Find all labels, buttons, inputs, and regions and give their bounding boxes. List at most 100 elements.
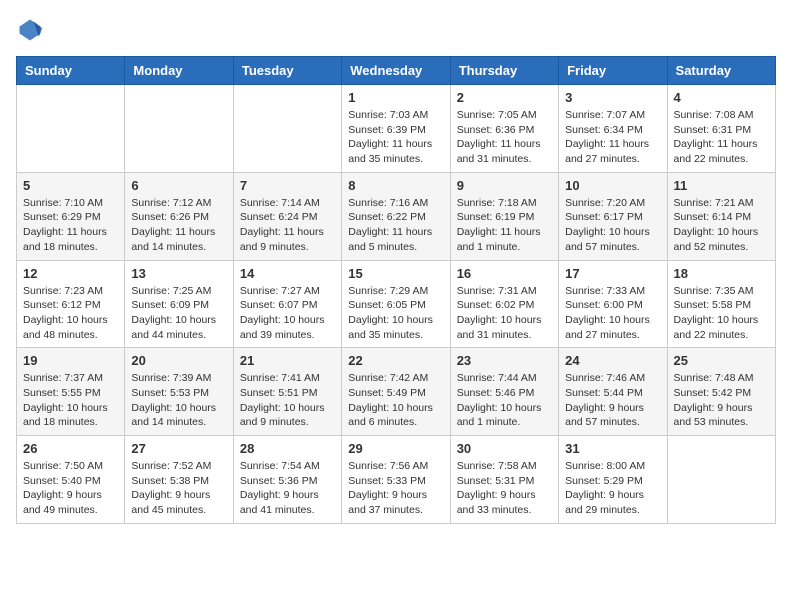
calendar-cell: 10 Sunrise: 7:20 AMSunset: 6:17 PMDaylig… <box>559 172 667 260</box>
day-info: Sunrise: 7:03 AMSunset: 6:39 PMDaylight:… <box>348 108 443 167</box>
day-info: Sunrise: 7:52 AMSunset: 5:38 PMDaylight:… <box>131 459 226 518</box>
day-info: Sunrise: 7:05 AMSunset: 6:36 PMDaylight:… <box>457 108 552 167</box>
day-info: Sunrise: 7:23 AMSunset: 6:12 PMDaylight:… <box>23 284 118 343</box>
day-number: 10 <box>565 178 660 193</box>
day-info: Sunrise: 7:37 AMSunset: 5:55 PMDaylight:… <box>23 371 118 430</box>
calendar-cell <box>125 85 233 173</box>
calendar-header-monday: Monday <box>125 57 233 85</box>
calendar-cell: 27 Sunrise: 7:52 AMSunset: 5:38 PMDaylig… <box>125 436 233 524</box>
calendar-cell: 28 Sunrise: 7:54 AMSunset: 5:36 PMDaylig… <box>233 436 341 524</box>
calendar-cell: 22 Sunrise: 7:42 AMSunset: 5:49 PMDaylig… <box>342 348 450 436</box>
day-number: 17 <box>565 266 660 281</box>
day-info: Sunrise: 7:58 AMSunset: 5:31 PMDaylight:… <box>457 459 552 518</box>
day-info: Sunrise: 7:48 AMSunset: 5:42 PMDaylight:… <box>674 371 769 430</box>
calendar-table: SundayMondayTuesdayWednesdayThursdayFrid… <box>16 56 776 524</box>
calendar-cell: 21 Sunrise: 7:41 AMSunset: 5:51 PMDaylig… <box>233 348 341 436</box>
day-number: 4 <box>674 90 769 105</box>
calendar-cell: 18 Sunrise: 7:35 AMSunset: 5:58 PMDaylig… <box>667 260 775 348</box>
logo-icon <box>16 16 44 44</box>
day-info: Sunrise: 7:08 AMSunset: 6:31 PMDaylight:… <box>674 108 769 167</box>
day-info: Sunrise: 7:16 AMSunset: 6:22 PMDaylight:… <box>348 196 443 255</box>
calendar-cell: 11 Sunrise: 7:21 AMSunset: 6:14 PMDaylig… <box>667 172 775 260</box>
day-number: 14 <box>240 266 335 281</box>
calendar-cell: 3 Sunrise: 7:07 AMSunset: 6:34 PMDayligh… <box>559 85 667 173</box>
calendar-cell <box>17 85 125 173</box>
calendar-cell: 15 Sunrise: 7:29 AMSunset: 6:05 PMDaylig… <box>342 260 450 348</box>
day-number: 15 <box>348 266 443 281</box>
calendar-week-row: 26 Sunrise: 7:50 AMSunset: 5:40 PMDaylig… <box>17 436 776 524</box>
calendar-header-saturday: Saturday <box>667 57 775 85</box>
day-number: 24 <box>565 353 660 368</box>
calendar-cell: 25 Sunrise: 7:48 AMSunset: 5:42 PMDaylig… <box>667 348 775 436</box>
day-number: 5 <box>23 178 118 193</box>
day-number: 21 <box>240 353 335 368</box>
day-info: Sunrise: 7:07 AMSunset: 6:34 PMDaylight:… <box>565 108 660 167</box>
day-info: Sunrise: 7:44 AMSunset: 5:46 PMDaylight:… <box>457 371 552 430</box>
day-number: 28 <box>240 441 335 456</box>
calendar-cell: 26 Sunrise: 7:50 AMSunset: 5:40 PMDaylig… <box>17 436 125 524</box>
calendar-cell: 13 Sunrise: 7:25 AMSunset: 6:09 PMDaylig… <box>125 260 233 348</box>
day-info: Sunrise: 7:20 AMSunset: 6:17 PMDaylight:… <box>565 196 660 255</box>
day-number: 12 <box>23 266 118 281</box>
calendar-week-row: 5 Sunrise: 7:10 AMSunset: 6:29 PMDayligh… <box>17 172 776 260</box>
day-info: Sunrise: 7:50 AMSunset: 5:40 PMDaylight:… <box>23 459 118 518</box>
logo <box>16 16 48 44</box>
calendar-cell: 5 Sunrise: 7:10 AMSunset: 6:29 PMDayligh… <box>17 172 125 260</box>
day-number: 31 <box>565 441 660 456</box>
day-number: 29 <box>348 441 443 456</box>
day-number: 2 <box>457 90 552 105</box>
calendar-cell: 19 Sunrise: 7:37 AMSunset: 5:55 PMDaylig… <box>17 348 125 436</box>
calendar-header-thursday: Thursday <box>450 57 558 85</box>
calendar-cell: 7 Sunrise: 7:14 AMSunset: 6:24 PMDayligh… <box>233 172 341 260</box>
calendar-cell: 14 Sunrise: 7:27 AMSunset: 6:07 PMDaylig… <box>233 260 341 348</box>
day-number: 22 <box>348 353 443 368</box>
day-info: Sunrise: 7:25 AMSunset: 6:09 PMDaylight:… <box>131 284 226 343</box>
page-header <box>16 16 776 44</box>
calendar-cell: 9 Sunrise: 7:18 AMSunset: 6:19 PMDayligh… <box>450 172 558 260</box>
calendar-cell: 17 Sunrise: 7:33 AMSunset: 6:00 PMDaylig… <box>559 260 667 348</box>
calendar-cell: 23 Sunrise: 7:44 AMSunset: 5:46 PMDaylig… <box>450 348 558 436</box>
calendar-cell: 2 Sunrise: 7:05 AMSunset: 6:36 PMDayligh… <box>450 85 558 173</box>
calendar-header-wednesday: Wednesday <box>342 57 450 85</box>
calendar-cell: 20 Sunrise: 7:39 AMSunset: 5:53 PMDaylig… <box>125 348 233 436</box>
day-info: Sunrise: 7:46 AMSunset: 5:44 PMDaylight:… <box>565 371 660 430</box>
day-info: Sunrise: 7:27 AMSunset: 6:07 PMDaylight:… <box>240 284 335 343</box>
day-info: Sunrise: 8:00 AMSunset: 5:29 PMDaylight:… <box>565 459 660 518</box>
day-number: 30 <box>457 441 552 456</box>
day-number: 11 <box>674 178 769 193</box>
day-number: 6 <box>131 178 226 193</box>
calendar-cell: 31 Sunrise: 8:00 AMSunset: 5:29 PMDaylig… <box>559 436 667 524</box>
day-info: Sunrise: 7:12 AMSunset: 6:26 PMDaylight:… <box>131 196 226 255</box>
day-number: 23 <box>457 353 552 368</box>
day-number: 27 <box>131 441 226 456</box>
day-number: 1 <box>348 90 443 105</box>
day-number: 3 <box>565 90 660 105</box>
day-number: 16 <box>457 266 552 281</box>
calendar-week-row: 12 Sunrise: 7:23 AMSunset: 6:12 PMDaylig… <box>17 260 776 348</box>
day-info: Sunrise: 7:41 AMSunset: 5:51 PMDaylight:… <box>240 371 335 430</box>
calendar-header-row: SundayMondayTuesdayWednesdayThursdayFrid… <box>17 57 776 85</box>
day-info: Sunrise: 7:56 AMSunset: 5:33 PMDaylight:… <box>348 459 443 518</box>
calendar-week-row: 1 Sunrise: 7:03 AMSunset: 6:39 PMDayligh… <box>17 85 776 173</box>
day-number: 26 <box>23 441 118 456</box>
day-info: Sunrise: 7:33 AMSunset: 6:00 PMDaylight:… <box>565 284 660 343</box>
day-number: 25 <box>674 353 769 368</box>
day-info: Sunrise: 7:42 AMSunset: 5:49 PMDaylight:… <box>348 371 443 430</box>
day-number: 20 <box>131 353 226 368</box>
calendar-header-sunday: Sunday <box>17 57 125 85</box>
calendar-cell <box>667 436 775 524</box>
day-number: 19 <box>23 353 118 368</box>
calendar-week-row: 19 Sunrise: 7:37 AMSunset: 5:55 PMDaylig… <box>17 348 776 436</box>
day-number: 13 <box>131 266 226 281</box>
day-number: 7 <box>240 178 335 193</box>
day-info: Sunrise: 7:14 AMSunset: 6:24 PMDaylight:… <box>240 196 335 255</box>
calendar-cell: 12 Sunrise: 7:23 AMSunset: 6:12 PMDaylig… <box>17 260 125 348</box>
day-number: 8 <box>348 178 443 193</box>
day-number: 18 <box>674 266 769 281</box>
calendar-cell: 1 Sunrise: 7:03 AMSunset: 6:39 PMDayligh… <box>342 85 450 173</box>
calendar-header-tuesday: Tuesday <box>233 57 341 85</box>
day-info: Sunrise: 7:54 AMSunset: 5:36 PMDaylight:… <box>240 459 335 518</box>
calendar-cell: 29 Sunrise: 7:56 AMSunset: 5:33 PMDaylig… <box>342 436 450 524</box>
calendar-header-friday: Friday <box>559 57 667 85</box>
calendar-cell: 4 Sunrise: 7:08 AMSunset: 6:31 PMDayligh… <box>667 85 775 173</box>
